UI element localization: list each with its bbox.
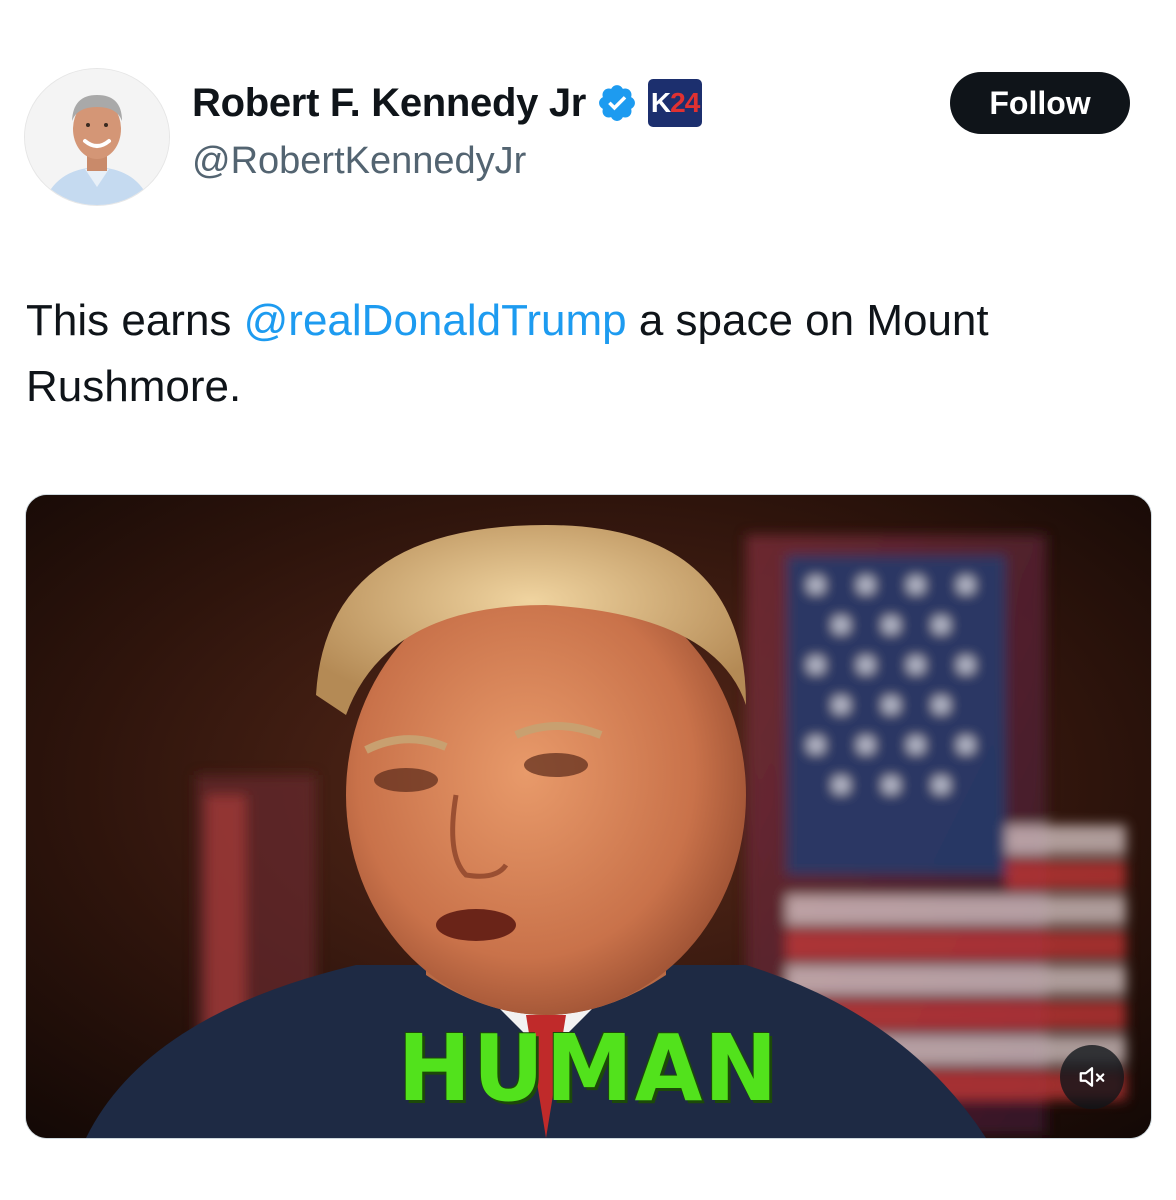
author-display-name[interactable]: Robert F. Kennedy Jr <box>192 81 586 126</box>
follow-button[interactable]: Follow <box>950 72 1130 134</box>
affiliate-badge-prefix: K <box>650 87 671 118</box>
avatar-photo <box>25 69 169 205</box>
affiliate-badge[interactable]: K 24 <box>648 79 703 127</box>
speaker-muted-icon <box>1079 1067 1105 1087</box>
tweet-card: Robert F. Kennedy Jr K 24 @RobertKennedyJ… <box>0 0 1176 1200</box>
tweet-text-start: This earns <box>26 296 244 345</box>
affiliate-badge-number: 24 <box>670 87 700 118</box>
tweet-text: This earns @realDonaldTrump a space on M… <box>26 288 1146 420</box>
video-player[interactable]: HUMAN <box>25 494 1152 1139</box>
verified-badge-icon[interactable] <box>596 82 638 124</box>
mute-toggle-button[interactable] <box>1060 1045 1124 1109</box>
author-handle[interactable]: @RobertKennedyJr <box>192 140 526 183</box>
video-caption: HUMAN <box>397 1015 780 1122</box>
mention-link[interactable]: @realDonaldTrump <box>244 296 627 345</box>
author-avatar[interactable] <box>24 68 170 206</box>
author-name-row: Robert F. Kennedy Jr K 24 <box>192 76 703 130</box>
